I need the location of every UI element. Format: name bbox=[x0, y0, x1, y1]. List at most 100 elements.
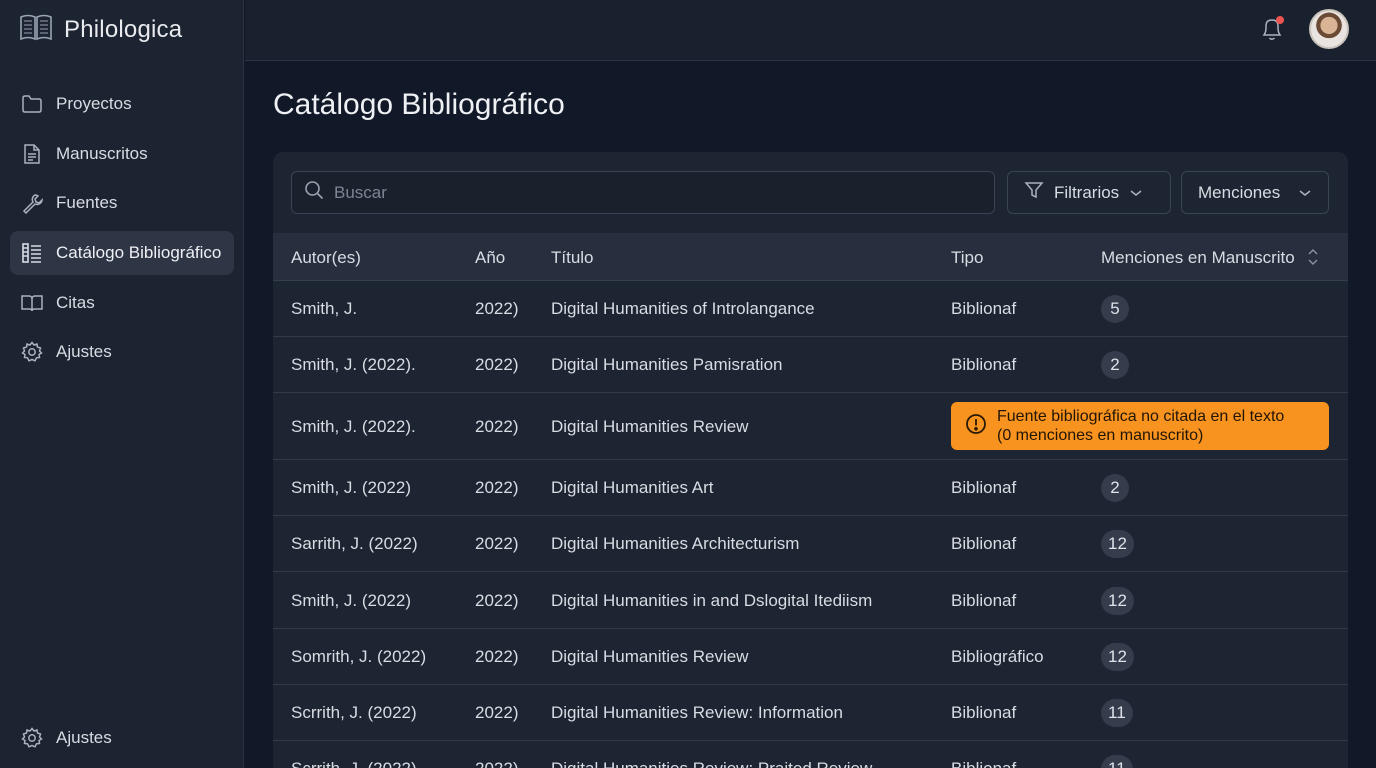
sidebar-item-ajustes-bottom[interactable]: Ajustes bbox=[10, 716, 234, 760]
notification-dot bbox=[1276, 16, 1284, 24]
type-cell: Biblionaf bbox=[951, 355, 1017, 374]
year-cell: 2022) bbox=[475, 534, 519, 553]
type-cell: Biblionaf bbox=[951, 703, 1017, 722]
author-cell: Sarrith, J. (2022) bbox=[291, 534, 418, 553]
table-row[interactable]: Smith, J. (2022). 2022) Digital Humanities… bbox=[273, 337, 1348, 393]
search-box bbox=[291, 171, 995, 214]
book-open-icon bbox=[20, 291, 44, 315]
table-row[interactable]: Scrrith, J. (2022) 2022) Digital Humanitie… bbox=[273, 741, 1348, 768]
sidebar-item-label: Ajustes bbox=[56, 342, 112, 362]
mentions-count-badge: 12 bbox=[1101, 643, 1134, 671]
title-cell: Digital Humanities Review: Information bbox=[551, 703, 843, 722]
chevron-down-icon bbox=[1129, 183, 1143, 203]
title-cell: Digital Humanities Review bbox=[551, 417, 749, 436]
app-name: Philologica bbox=[64, 16, 183, 43]
title-cell: Digital Humanities in and Dslogital Ited… bbox=[551, 591, 873, 610]
year-cell: 2022) bbox=[475, 478, 519, 497]
notification-bell-icon[interactable] bbox=[1260, 16, 1286, 42]
title-cell: Digital Humanities Art bbox=[551, 478, 714, 497]
sidebar-item-proyectos[interactable]: Proyectos bbox=[10, 82, 234, 126]
warning-text: Fuente bibliográfica no citada en el tex… bbox=[997, 407, 1284, 445]
year-cell: 2022) bbox=[475, 299, 519, 318]
search-input[interactable] bbox=[334, 182, 974, 203]
author-cell: Smith, J. (2022). bbox=[291, 417, 416, 436]
title-cell: Digital Humanities Pamisration bbox=[551, 355, 783, 374]
wrench-icon bbox=[20, 191, 44, 215]
type-cell: Biblionaf bbox=[951, 478, 1017, 497]
type-cell: Biblionaf bbox=[951, 759, 1016, 768]
year-cell: 2022) bbox=[475, 355, 519, 374]
sidebar-item-catalogo[interactable]: Catálogo Bibliográfico bbox=[10, 231, 234, 276]
table-row[interactable]: Smith, J. 2022) Digital Humanities of Intr… bbox=[273, 281, 1348, 337]
sidebar-item-label: Ajustes bbox=[56, 728, 112, 747]
sidebar: Philologica Proyectos Manuscritos Fuente… bbox=[0, 0, 244, 768]
column-header-year[interactable]: Año bbox=[475, 248, 505, 268]
catalog-list-icon bbox=[20, 241, 44, 265]
year-cell: 2022) bbox=[475, 417, 519, 436]
title-cell: Digital Humanities Review bbox=[551, 647, 749, 666]
type-cell: Bibliográfico bbox=[951, 647, 1044, 666]
author-cell: Scrrith, J. (2022) bbox=[291, 703, 417, 722]
type-cell: Biblionaf bbox=[951, 591, 1017, 610]
table-row[interactable]: Sarrith, J. (2022) 2022) Digital Humanitie… bbox=[273, 516, 1348, 572]
gear-icon bbox=[20, 340, 44, 364]
mentions-count-badge: 11 bbox=[1101, 699, 1133, 727]
column-header-mentions[interactable]: Menciones en Manuscrito bbox=[1101, 248, 1295, 268]
sidebar-nav: Proyectos Manuscritos Fuentes Catálogo B… bbox=[10, 82, 234, 380]
gear-icon bbox=[20, 726, 44, 750]
author-cell: Smith, J. (2022) bbox=[291, 591, 411, 610]
mentions-count-badge: 5 bbox=[1101, 295, 1129, 323]
mentions-count-badge: 11 bbox=[1101, 755, 1133, 768]
warning-detail: (0 menciones en manuscrito) bbox=[997, 427, 1204, 444]
sidebar-item-label: Citas bbox=[56, 292, 95, 312]
sidebar-item-label: Catálogo Bibliográfico bbox=[56, 243, 222, 263]
table-row[interactable]: Smith, J. (2022). 2022) Digital Humanities… bbox=[273, 393, 1348, 460]
year-cell: 2022) bbox=[475, 591, 519, 610]
column-header-type[interactable]: Tipo bbox=[951, 248, 983, 268]
sidebar-bottom: Ajustes bbox=[10, 716, 234, 766]
avatar[interactable] bbox=[1309, 9, 1349, 49]
table-row[interactable]: Smith, J. (2022) 2022) Digital Humanities … bbox=[273, 460, 1348, 516]
mentions-label: Menciones bbox=[1198, 182, 1281, 202]
mentions-count-badge: 2 bbox=[1101, 474, 1129, 502]
year-cell: 2022) bbox=[475, 647, 519, 666]
sidebar-item-label: Manuscritos bbox=[56, 143, 148, 163]
sidebar-item-ajustes[interactable]: Ajustes bbox=[10, 330, 234, 374]
type-cell: Biblionaf bbox=[951, 534, 1017, 553]
author-cell: Smith, J. bbox=[291, 299, 358, 318]
sidebar-item-manuscritos[interactable]: Manuscritos bbox=[10, 132, 234, 176]
chevron-down-icon bbox=[1298, 183, 1312, 203]
title-cell: Digital Humanities of Introlangance bbox=[551, 299, 815, 318]
filter-icon bbox=[1024, 180, 1044, 205]
year-cell: 2022) bbox=[475, 759, 518, 768]
sort-icon[interactable] bbox=[1307, 248, 1319, 271]
filter-label: Filtrarios bbox=[1054, 182, 1120, 202]
page-title: Catálogo Bibliográfico bbox=[273, 88, 565, 121]
topbar bbox=[245, 0, 1376, 61]
author-cell: Smith, J. (2022). bbox=[291, 355, 416, 374]
table-row[interactable]: Somrith, J. (2022) 2022) Digital Humanitie… bbox=[273, 629, 1348, 685]
mentions-count-badge: 2 bbox=[1101, 351, 1129, 379]
table-row[interactable]: Scrrith, J. (2022) 2022) Digital Humanitie… bbox=[273, 685, 1348, 741]
table-row[interactable]: Smith, J. (2022) 2022) Digital Humanities … bbox=[273, 572, 1348, 629]
book-logo-icon bbox=[18, 12, 54, 49]
column-header-title[interactable]: Título bbox=[551, 248, 594, 268]
warning-message: Fuente bibliográfica no citada en el tex… bbox=[997, 408, 1285, 425]
column-header-author[interactable]: Autor(es) bbox=[291, 248, 361, 268]
mentions-count-badge: 12 bbox=[1101, 587, 1134, 615]
mentions-count-badge: 12 bbox=[1101, 530, 1134, 558]
author-cell: Somrith, J. (2022) bbox=[291, 647, 427, 666]
sidebar-item-fuentes[interactable]: Fuentes bbox=[10, 181, 234, 225]
year-cell: 2022) bbox=[475, 703, 519, 722]
type-cell: Biblionaf bbox=[951, 299, 1017, 318]
sidebar-item-citas[interactable]: Citas bbox=[10, 281, 234, 325]
author-cell: Scrrith, J. (2022) bbox=[291, 759, 417, 768]
brand[interactable]: Philologica bbox=[18, 12, 182, 48]
author-cell: Smith, J. (2022) bbox=[291, 478, 411, 497]
alert-circle-icon bbox=[965, 413, 987, 440]
filter-dropdown[interactable]: Filtrarios bbox=[1007, 171, 1171, 214]
uncited-source-warning: Fuente bibliográfica no citada en el tex… bbox=[951, 402, 1329, 450]
catalog-panel: Filtrarios Menciones Autor(es) Año Títul… bbox=[273, 152, 1348, 768]
sidebar-item-label: Proyectos bbox=[56, 94, 132, 113]
mentions-dropdown[interactable]: Menciones bbox=[1181, 171, 1329, 214]
